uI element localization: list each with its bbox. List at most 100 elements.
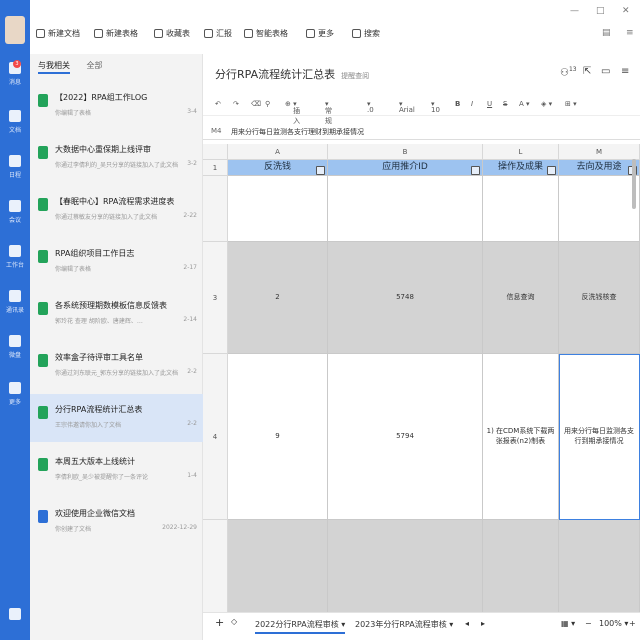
table-cell[interactable]: 反洗钱核查 <box>559 242 640 354</box>
table-cell[interactable] <box>559 176 640 242</box>
nav-meeting[interactable]: 会议 <box>0 200 30 224</box>
page-title[interactable]: 分行RPA流程统计汇总表 提醒查阅 <box>215 66 369 82</box>
avatar[interactable] <box>5 16 25 44</box>
table-cell[interactable]: 5794 <box>328 354 483 520</box>
column-header[interactable]: A <box>228 144 328 160</box>
zoom-in-icon[interactable]: + <box>629 619 636 628</box>
favorites-button[interactable]: 收藏表 <box>154 26 190 40</box>
table-cell[interactable] <box>228 176 328 242</box>
comment-icon[interactable]: ▭ <box>601 66 610 77</box>
nav-messages[interactable]: 3 消息 <box>0 60 30 86</box>
list-icon[interactable]: ≡ <box>626 28 634 38</box>
close-icon[interactable]: ✕ <box>622 6 630 16</box>
nav-drive[interactable]: 微盘 <box>0 335 30 359</box>
column-header[interactable]: M <box>559 144 640 160</box>
cell-reference[interactable]: M4 <box>211 127 222 135</box>
minimize-icon[interactable]: — <box>570 6 579 16</box>
search-button[interactable]: 搜索 <box>352 26 380 40</box>
new-sheet-button[interactable]: 新建表格 <box>94 26 138 40</box>
new-doc-button[interactable]: 新建文档 <box>36 26 80 40</box>
zoom-level[interactable]: 100% ▾ <box>599 619 628 628</box>
sheet-tab-2023[interactable]: 2023年分行RPA流程审核 ▾ <box>355 619 453 630</box>
vertical-scrollbar[interactable] <box>632 159 636 209</box>
remind-link[interactable]: 提醒查阅 <box>341 72 369 80</box>
filter-icon[interactable] <box>471 166 480 175</box>
share-icon[interactable]: ⇱ <box>583 66 591 77</box>
row-header[interactable] <box>203 520 228 612</box>
undo-icon[interactable]: ↶ <box>215 100 221 108</box>
insert-button[interactable]: ⊕ 插入 ▾ <box>285 100 300 125</box>
italic-icon[interactable]: I <box>471 100 473 108</box>
fill-color-icon[interactable]: ◈ ▾ <box>541 100 552 108</box>
nav-docs[interactable]: 文档 <box>0 110 30 134</box>
add-sheet-icon[interactable]: + <box>215 616 224 629</box>
header-cell[interactable]: 去向及用途 <box>559 160 640 176</box>
filter-icon[interactable] <box>547 166 556 175</box>
smart-sheet-button[interactable]: 智能表格 <box>244 26 288 40</box>
table-cell[interactable]: 信息查询 <box>483 242 559 354</box>
table-cell[interactable] <box>328 520 483 612</box>
nav-settings[interactable] <box>0 608 30 623</box>
header-cell[interactable]: 反洗钱 <box>228 160 328 176</box>
number-format-select[interactable]: 常规 ▾ <box>325 100 332 125</box>
nav-workbench[interactable]: 工作台 <box>0 245 30 269</box>
doc-list-item[interactable]: RPA组织项目工作日志 你编辑了表格 2-17 <box>30 238 203 286</box>
column-header[interactable]: B <box>328 144 483 160</box>
table-cell[interactable] <box>228 520 328 612</box>
tab-related[interactable]: 与我相关 <box>38 61 70 74</box>
doc-list-item[interactable]: 【春眠中心】RPA流程需求进度表 你通过蔡敏友分享的链接加入了此文档 2-22 <box>30 186 203 234</box>
table-cell[interactable]: 5748 <box>328 242 483 354</box>
sheet-list-icon[interactable]: ◇ <box>231 617 237 626</box>
table-cell[interactable]: 1) 在CDM系统下载两张报表(n2)制表 <box>483 354 559 520</box>
row-header[interactable]: 1 <box>203 160 228 176</box>
decimal-button[interactable]: .0 ▾ <box>367 100 374 114</box>
table-cell[interactable]: 9 <box>228 354 328 520</box>
next-sheet-icon[interactable]: ▸ <box>481 619 485 628</box>
doc-list-item[interactable]: 大数据中心重保期上线评审 你通过李倩利的_吴只分享的链接加入了此文档 3-2 <box>30 134 203 182</box>
filter-icon[interactable] <box>316 166 325 175</box>
row-header[interactable]: 3 <box>203 242 228 354</box>
nav-more[interactable]: 更多 <box>0 382 30 406</box>
zoom-out-icon[interactable]: − <box>585 619 592 628</box>
nav-contacts[interactable]: 通讯录 <box>0 290 30 314</box>
formula-input[interactable]: 用来分行每日监测各支行理财到期承接情况 <box>231 127 364 137</box>
table-cell[interactable] <box>483 520 559 612</box>
bold-icon[interactable]: B <box>455 100 460 108</box>
more-button[interactable]: 更多 <box>306 26 334 40</box>
table-cell[interactable]: 2 <box>228 242 328 354</box>
header-cell[interactable]: 操作及成果 <box>483 160 559 176</box>
strikethrough-icon[interactable]: S <box>503 100 507 108</box>
column-header[interactable]: L <box>483 144 559 160</box>
border-icon[interactable]: ⊞ ▾ <box>565 100 577 108</box>
table-cell[interactable]: 用来分行每日监测各支行到期承接情况 <box>559 354 640 520</box>
underline-icon[interactable]: U <box>487 100 492 108</box>
grid-corner[interactable] <box>203 144 228 160</box>
row-header[interactable] <box>203 176 228 242</box>
table-cell[interactable] <box>483 176 559 242</box>
text-color-icon[interactable]: A ▾ <box>519 100 530 108</box>
maximize-icon[interactable]: □ <box>596 6 605 16</box>
collaborators-icon[interactable]: ⚇13 <box>560 66 577 78</box>
prev-sheet-icon[interactable]: ◂ <box>465 619 469 628</box>
layout-icon[interactable]: ▤ <box>602 28 611 38</box>
doc-list-item[interactable]: 欢迎使用企业微信文档 你创建了文档 2022-12-29 <box>30 498 203 546</box>
doc-list-item[interactable]: 【2022】RPA组工作LOG 你编辑了表格 3-4 <box>30 82 203 130</box>
clear-format-icon[interactable]: ⌫ <box>251 100 261 108</box>
view-mode-icon[interactable]: ▦ ▾ <box>561 619 575 628</box>
tab-all[interactable]: 全部 <box>87 61 103 70</box>
font-select[interactable]: Arial ▾ <box>399 100 415 114</box>
row-header[interactable]: 4 <box>203 354 228 520</box>
font-size-select[interactable]: 10 ▾ <box>431 100 440 114</box>
doc-list-item[interactable]: 各系统预理期数模板信息反馈表 郭玲花 查理 胡阶欧、唐建辉、… 2-14 <box>30 290 203 338</box>
doc-list-item[interactable]: 效率盒子待评审工具名单 你通过刘东联元_郭东分享的链接加入了此文档 2-2 <box>30 342 203 390</box>
doc-list-item[interactable]: 分行RPA流程统计汇总表 王宗伟邀请你加入了文档 2-2 <box>30 394 203 442</box>
menu-icon[interactable]: ≡ <box>621 66 629 77</box>
table-cell[interactable] <box>559 520 640 612</box>
format-painter-icon[interactable]: ⚲ <box>265 100 270 108</box>
table-cell[interactable] <box>328 176 483 242</box>
redo-icon[interactable]: ↷ <box>233 100 239 108</box>
header-cell[interactable]: 应用推介ID <box>328 160 483 176</box>
nav-calendar[interactable]: 日程 <box>0 155 30 179</box>
report-button[interactable]: 汇报 <box>204 26 232 40</box>
doc-list-item[interactable]: 本周五大版本上线统计 李倩利欧_吴少被提醒你了一条评论 1-4 <box>30 446 203 494</box>
